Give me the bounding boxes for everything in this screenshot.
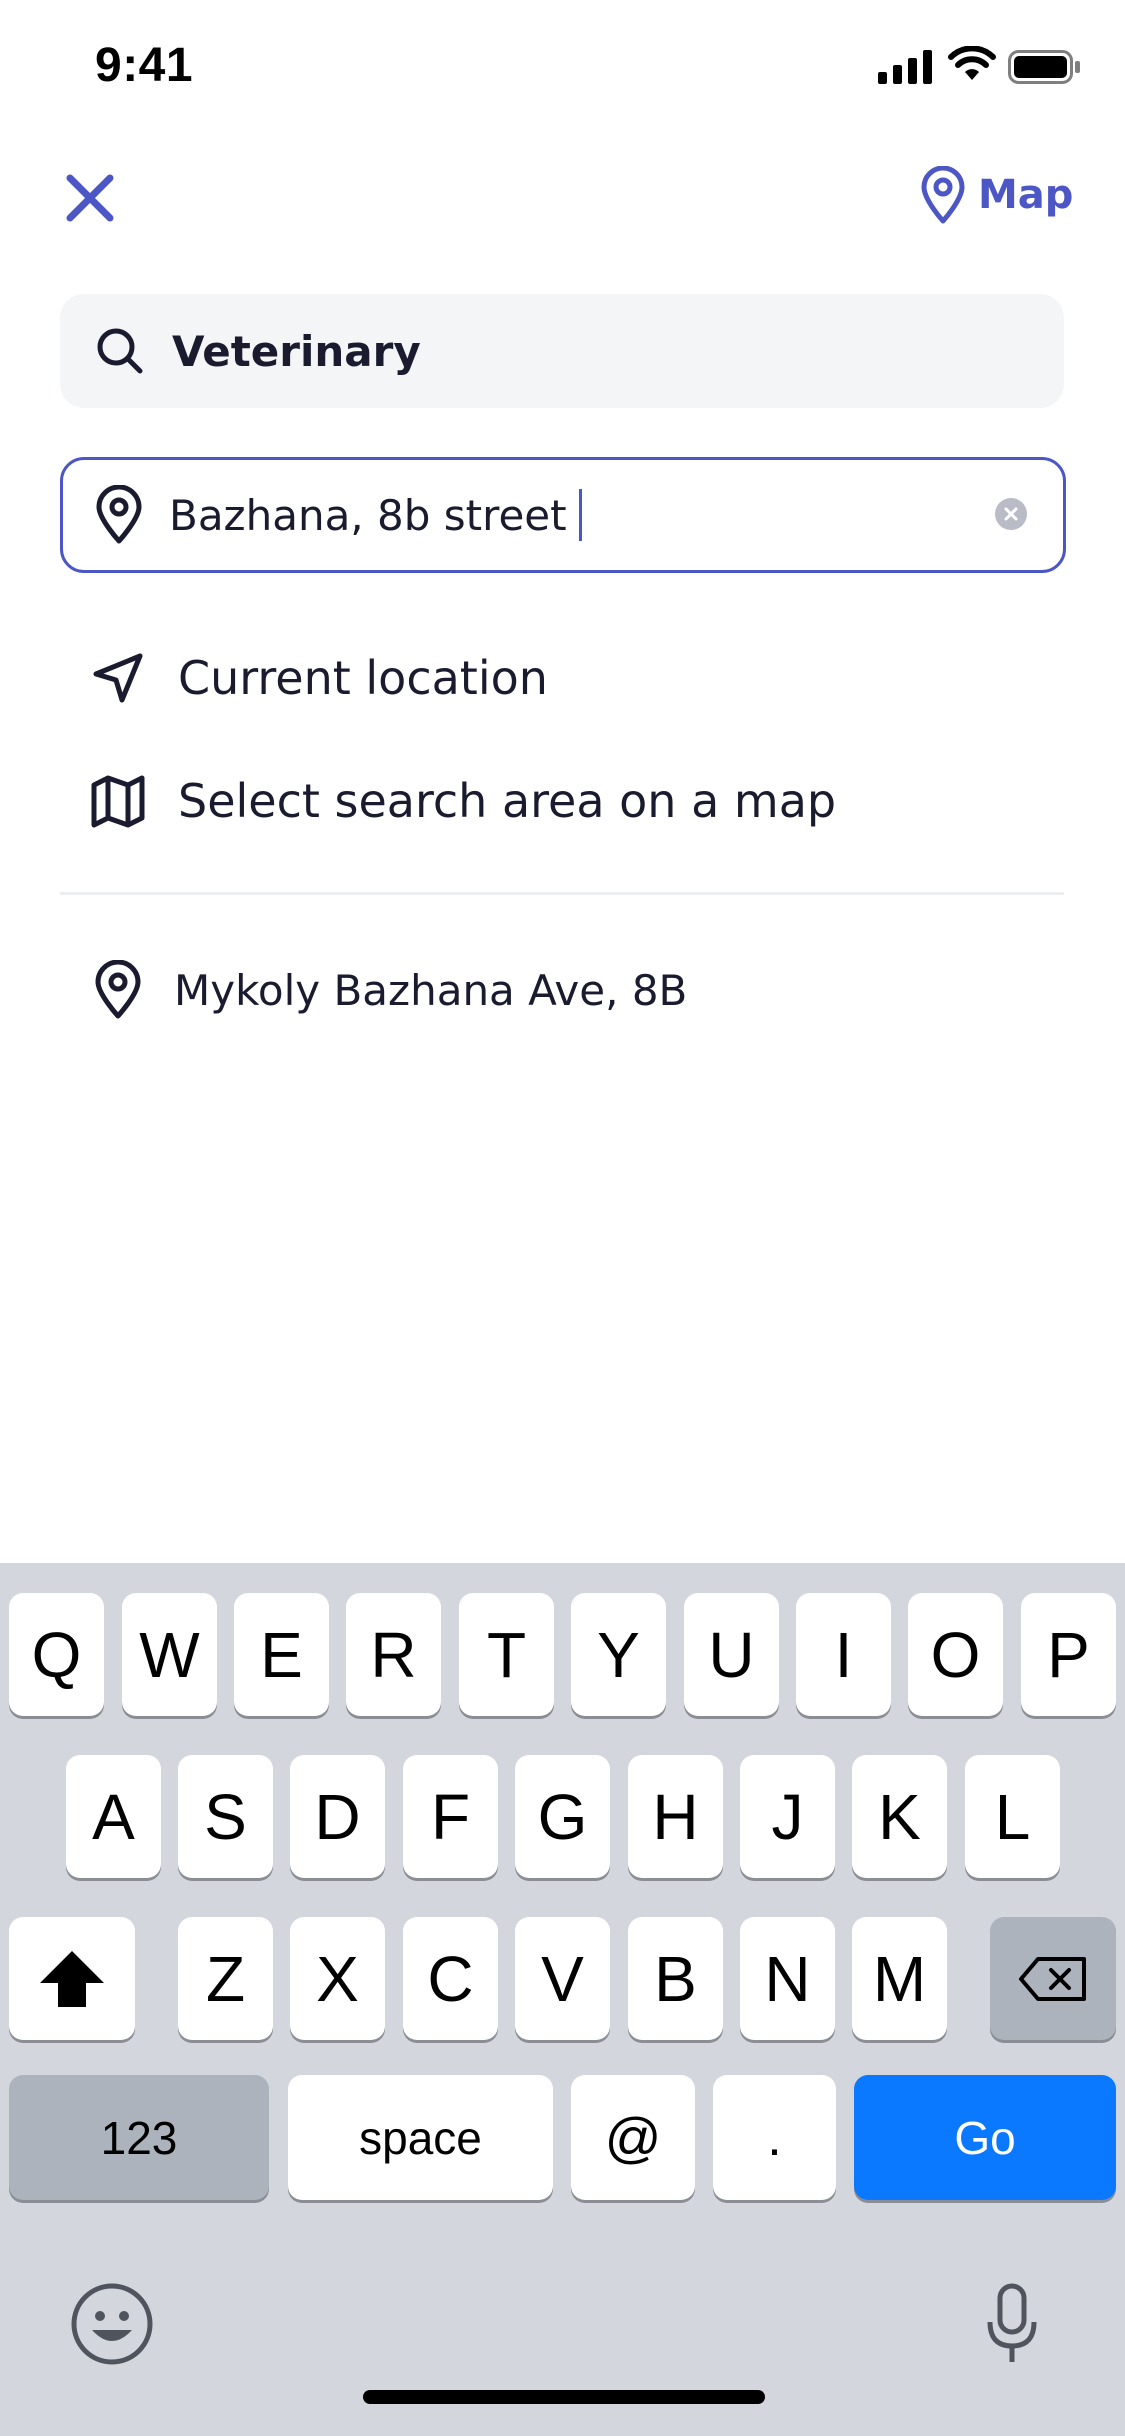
suggestion-item[interactable]: Mykoly Bazhana Ave, 8B <box>60 940 1064 1040</box>
emoji-icon[interactable] <box>70 2282 154 2366</box>
shift-icon <box>40 1950 104 2007</box>
key-p[interactable]: P <box>1021 1593 1116 1716</box>
key-j[interactable]: J <box>740 1755 835 1878</box>
microphone-icon[interactable] <box>985 2282 1039 2366</box>
location-input[interactable]: Bazhana, 8b street <box>169 489 869 541</box>
go-key[interactable]: Go <box>854 2075 1116 2200</box>
key-u[interactable]: U <box>684 1593 779 1716</box>
close-icon <box>66 174 114 222</box>
home-indicator[interactable] <box>363 2390 765 2404</box>
location-pin-icon <box>921 166 965 224</box>
search-icon <box>97 328 143 374</box>
option-select-area-on-map[interactable]: Select search area on a map <box>60 751 1064 851</box>
status-time: 9:41 <box>95 39 194 92</box>
backspace-icon <box>1019 1956 1086 2001</box>
map-button[interactable]: Map <box>920 160 1073 230</box>
close-button[interactable] <box>60 168 120 228</box>
search-field[interactable]: Veterinary <box>60 294 1064 408</box>
key-o[interactable]: O <box>908 1593 1003 1716</box>
key-b[interactable]: B <box>628 1917 723 2040</box>
map-label: Map <box>978 172 1074 218</box>
key-w[interactable]: W <box>122 1593 217 1716</box>
shift-key[interactable] <box>9 1917 135 2040</box>
option-current-location[interactable]: Current location <box>60 628 1064 728</box>
clear-icon <box>1004 507 1018 521</box>
key-s[interactable]: S <box>178 1755 273 1878</box>
key-y[interactable]: Y <box>571 1593 666 1716</box>
key-r[interactable]: R <box>346 1593 441 1716</box>
clear-button[interactable] <box>995 498 1027 530</box>
key-e[interactable]: E <box>234 1593 329 1716</box>
key-k[interactable]: K <box>852 1755 947 1878</box>
key-i[interactable]: I <box>796 1593 891 1716</box>
key-z[interactable]: Z <box>178 1917 273 2040</box>
key-x[interactable]: X <box>290 1917 385 2040</box>
location-field[interactable]: Bazhana, 8b street <box>60 457 1066 573</box>
space-key[interactable]: space <box>288 2075 553 2200</box>
location-input-value: Bazhana, 8b street <box>169 490 567 540</box>
key-h[interactable]: H <box>628 1755 723 1878</box>
suggestion-label: Mykoly Bazhana Ave, 8B <box>174 965 688 1015</box>
location-pin-icon <box>96 485 142 544</box>
cellular-signal-icon <box>878 50 932 84</box>
period-key[interactable]: . <box>713 2075 836 2200</box>
option-label: Select search area on a map <box>178 774 837 828</box>
key-n[interactable]: N <box>740 1917 835 2040</box>
key-v[interactable]: V <box>515 1917 610 2040</box>
numbers-key[interactable]: 123 <box>9 2075 269 2200</box>
key-f[interactable]: F <box>403 1755 498 1878</box>
key-d[interactable]: D <box>290 1755 385 1878</box>
at-key[interactable]: @ <box>571 2075 695 2200</box>
delete-key[interactable] <box>990 1917 1116 2040</box>
search-query: Veterinary <box>172 326 421 376</box>
key-m[interactable]: M <box>852 1917 947 2040</box>
battery-icon <box>1008 50 1080 84</box>
option-label: Current location <box>178 651 548 705</box>
map-icon <box>91 775 145 828</box>
navigation-arrow-icon <box>93 653 143 703</box>
key-g[interactable]: G <box>515 1755 610 1878</box>
text-caret <box>578 489 582 541</box>
wifi-icon <box>948 46 996 80</box>
key-c[interactable]: C <box>403 1917 498 2040</box>
divider <box>60 892 1064 895</box>
key-l[interactable]: L <box>965 1755 1060 1878</box>
key-a[interactable]: A <box>66 1755 161 1878</box>
location-pin-icon <box>95 960 141 1019</box>
key-q[interactable]: Q <box>9 1593 104 1716</box>
key-t[interactable]: T <box>459 1593 554 1716</box>
keyboard: Q W E R T Y U I O P A S D F G H J K L Z … <box>0 1563 1125 2436</box>
